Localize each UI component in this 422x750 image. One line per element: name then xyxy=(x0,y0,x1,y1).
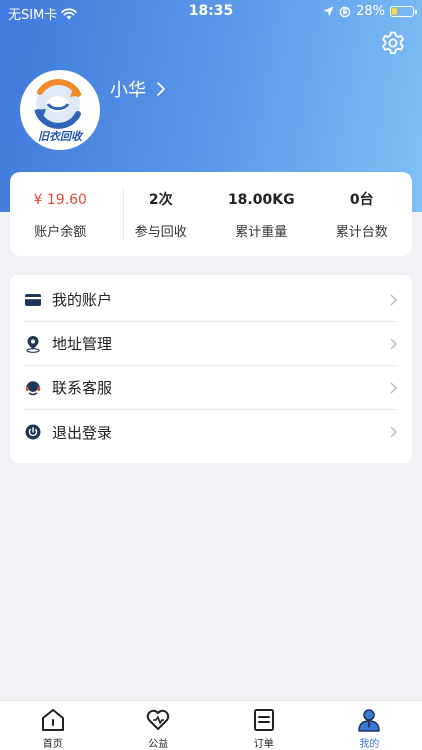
chevron-right-icon xyxy=(390,338,397,349)
tab-label: 公益 xyxy=(148,739,169,750)
stats-divider xyxy=(123,188,124,240)
user-icon xyxy=(358,709,381,732)
stat-value: 18.00KG xyxy=(227,191,295,208)
home-icon xyxy=(41,709,64,731)
profile-name-link[interactable]: 小华 xyxy=(110,76,166,102)
tab-label: 我的 xyxy=(359,739,380,750)
stats-card: ¥ 19.60 账户余额 2次 参与回收 18.00KG 累计重量 0台 累计台… xyxy=(10,172,412,256)
menu-item-label: 退出登录 xyxy=(52,423,113,442)
stat-value: 0台 xyxy=(349,191,374,208)
chevron-right-icon xyxy=(390,426,397,438)
menu-item-my-account[interactable]: 我的账户 xyxy=(24,278,398,322)
menu-item-logout[interactable]: 退出登录 xyxy=(24,410,398,454)
order-icon xyxy=(253,709,274,731)
chevron-right-icon xyxy=(390,382,397,393)
avatar[interactable]: 旧衣回收 xyxy=(20,70,100,150)
tab-label: 订单 xyxy=(253,739,274,750)
tab-orders[interactable]: 订单 xyxy=(211,701,317,750)
stat-label: 累计重量 xyxy=(235,224,288,240)
orientation-lock-icon xyxy=(339,6,351,17)
bottom-tab-bar: 首页 公益 订单 我的 xyxy=(0,700,422,750)
stat-participation: 2次 参与回收 xyxy=(111,189,212,240)
menu-item-label: 我的账户 xyxy=(52,291,113,309)
tab-home[interactable]: 首页 xyxy=(0,701,106,750)
battery-percent: 28% xyxy=(356,4,385,19)
chevron-right-icon xyxy=(157,82,165,96)
chevron-right-icon xyxy=(390,294,397,305)
headset-icon xyxy=(24,379,42,397)
menu-item-label: 联系客服 xyxy=(52,379,113,397)
battery-fill xyxy=(392,8,398,15)
stat-label: 参与回收 xyxy=(134,224,187,240)
stat-total-weight: 18.00KG 累计重量 xyxy=(211,189,312,240)
stat-label: 账户余额 xyxy=(34,224,87,240)
tab-mine[interactable]: 我的 xyxy=(317,701,422,750)
settings-gear-icon[interactable] xyxy=(380,30,406,56)
stat-balance[interactable]: ¥ 19.60 账户余额 xyxy=(10,189,111,240)
heart-icon xyxy=(147,709,170,730)
location-arrow-icon xyxy=(323,6,334,17)
user-name: 小华 xyxy=(110,80,146,101)
card-icon xyxy=(24,291,42,309)
avatar-caption: 旧衣回收 xyxy=(38,130,82,143)
status-bar: 无SIM卡 18:35 28% xyxy=(0,0,422,24)
tab-label: 首页 xyxy=(42,739,63,750)
menu-item-customer-service[interactable]: 联系客服 xyxy=(24,366,398,410)
tab-charity[interactable]: 公益 xyxy=(106,701,212,750)
power-icon xyxy=(24,423,42,441)
menu-item-label: 地址管理 xyxy=(52,335,113,353)
menu-item-address[interactable]: 地址管理 xyxy=(24,322,398,366)
stat-total-units: 0台 累计台数 xyxy=(312,189,413,240)
stat-value: 2次 xyxy=(148,191,173,208)
stat-value: ¥ 19.60 xyxy=(33,191,87,208)
menu-card: 我的账户 地址管理 联系客服 退出登录 xyxy=(10,275,412,463)
location-pin-icon xyxy=(24,335,42,353)
battery-icon xyxy=(390,6,417,17)
stat-label: 累计台数 xyxy=(335,224,388,240)
status-right: 28% xyxy=(323,4,417,19)
